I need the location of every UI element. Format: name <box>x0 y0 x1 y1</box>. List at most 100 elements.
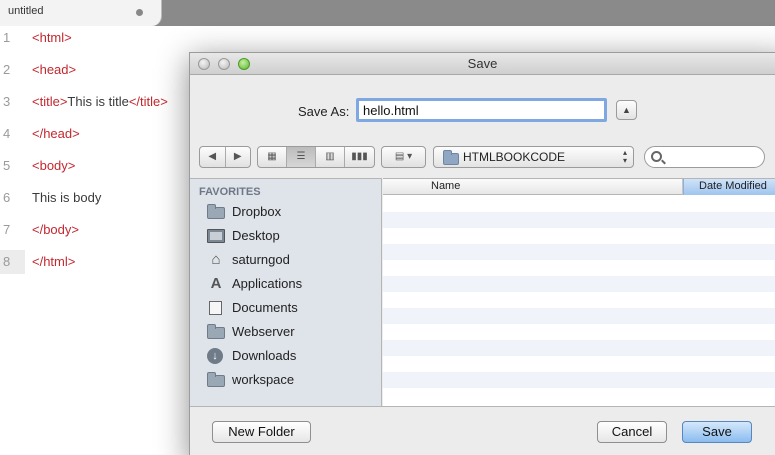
file-row <box>383 196 775 212</box>
text-token: This is body <box>32 190 102 205</box>
column-header-date-modified[interactable]: Date Modified <box>683 179 775 195</box>
save-button[interactable]: Save <box>682 421 752 443</box>
file-list[interactable]: Name Date Modified <box>383 178 775 406</box>
location-popup[interactable]: HTMLBOOKCODE ▴ ▾ <box>433 146 634 168</box>
line-number: 4 <box>3 126 11 141</box>
location-label: HTMLBOOKCODE <box>463 150 566 164</box>
html-tag-token: </title> <box>128 94 168 109</box>
code-line[interactable]: </head> <box>32 122 80 146</box>
file-row <box>383 292 775 308</box>
code-line[interactable]: <html> <box>32 26 72 50</box>
sidebar-item-webserver[interactable]: Webserver <box>190 320 381 344</box>
line-number: 7 <box>3 222 11 237</box>
code-line[interactable]: </body> <box>32 218 79 242</box>
column-view-icon[interactable]: ▥ <box>316 147 345 167</box>
save-as-label: Save As: <box>298 104 350 119</box>
desktop-icon <box>207 229 225 243</box>
html-tag-token: </body> <box>32 222 79 237</box>
sidebar-item-label: saturngod <box>232 252 290 267</box>
folder-icon <box>207 204 225 219</box>
file-row <box>383 212 775 228</box>
dialog-footer: New Folder Cancel Save <box>190 406 775 455</box>
file-row <box>383 276 775 292</box>
sidebar-heading: FAVORITES <box>199 186 261 198</box>
icon-view-icon[interactable]: ▦ <box>258 147 287 167</box>
tab-title: untitled <box>8 5 44 17</box>
editor-tab-bar: untitled <box>0 0 775 26</box>
sidebar-item-applications[interactable]: A Applications <box>190 272 381 296</box>
file-row <box>383 372 775 388</box>
cover-flow-icon[interactable]: ▮▮▮ <box>345 147 374 167</box>
sidebar-item-label: Desktop <box>232 228 280 243</box>
downloads-icon: ↓ <box>207 348 223 364</box>
history-control: ◀ ▶ <box>199 146 251 168</box>
column-header-name[interactable]: Name <box>383 179 683 195</box>
sidebar-item-saturngod[interactable]: ⌂ saturngod <box>190 248 381 272</box>
sidebar: FAVORITES Dropbox Desktop ⌂ saturngod A Appli… <box>190 178 382 406</box>
filename-input[interactable] <box>356 98 607 122</box>
documents-icon <box>209 301 222 315</box>
line-number: 6 <box>3 190 11 205</box>
dialog-titlebar: Save <box>190 53 775 75</box>
view-mode-control: ▦ ☰ ▥ ▮▮▮ <box>257 146 375 168</box>
html-tag-token: <head> <box>32 62 77 77</box>
sidebar-item-label: workspace <box>232 372 295 387</box>
html-tag-token: <html> <box>32 30 72 45</box>
editor-tab[interactable]: untitled <box>0 0 162 26</box>
file-list-header: Name Date Modified <box>383 179 775 195</box>
screen: untitled 12345678 <html> <head> <title>Thi… <box>0 0 775 455</box>
search-input[interactable] <box>644 146 765 168</box>
sidebar-item-workspace[interactable]: workspace <box>190 368 381 392</box>
line-number: 2 <box>3 62 11 77</box>
folder-icon <box>207 372 225 387</box>
text-token: This is title <box>67 94 129 109</box>
applications-icon: A <box>210 275 222 292</box>
arrange-icon: ▤ ▾ <box>394 151 413 162</box>
forward-icon[interactable]: ▶ <box>226 147 251 167</box>
sidebar-item-downloads[interactable]: ↓ Downloads <box>190 344 381 368</box>
code-line[interactable]: <body> <box>32 154 75 178</box>
file-row <box>383 228 775 244</box>
file-row <box>383 260 775 276</box>
html-tag-token: <title> <box>32 94 68 109</box>
sidebar-item-label: Dropbox <box>232 204 282 219</box>
expand-dialog-button[interactable]: ▲ <box>616 100 637 120</box>
code-line[interactable]: </html> <box>32 250 75 274</box>
file-row <box>383 244 775 260</box>
line-number: 3 <box>3 94 11 109</box>
html-tag-token: <body> <box>32 158 76 173</box>
file-row <box>383 388 775 404</box>
code-line[interactable]: <head> <box>32 58 76 82</box>
sidebar-item-dropbox[interactable]: Dropbox <box>190 200 381 224</box>
html-tag-token: </html> <box>32 254 76 269</box>
unsaved-dot-icon[interactable] <box>136 9 143 16</box>
html-tag-token: </head> <box>32 126 80 141</box>
file-row <box>383 324 775 340</box>
sidebar-item-desktop[interactable]: Desktop <box>190 224 381 248</box>
sidebar-item-documents[interactable]: Documents <box>190 296 381 320</box>
file-row <box>383 356 775 372</box>
line-number: 8 <box>0 250 25 274</box>
folder-icon <box>207 324 225 339</box>
sidebar-item-label: Downloads <box>232 348 297 363</box>
save-dialog: Save Save As: ▲ ◀ ▶ ▦ ☰ ▥ ▮▮▮ ▤ ▾ HTMLBO… <box>189 52 775 455</box>
folder-icon <box>443 150 459 165</box>
code-line[interactable]: This is body <box>32 186 101 210</box>
search-icon <box>651 151 662 162</box>
file-row <box>383 340 775 356</box>
home-icon: ⌂ <box>211 251 221 268</box>
back-icon[interactable]: ◀ <box>200 147 226 167</box>
list-view-icon[interactable]: ☰ <box>287 147 316 167</box>
line-number-gutter: 1 2 3 4 5 6 7 8 <box>0 26 25 455</box>
code-line[interactable]: <title>This is title</title> <box>32 90 168 114</box>
line-number: 5 <box>3 158 11 173</box>
dialog-title: Save <box>467 56 498 71</box>
new-folder-button[interactable]: New Folder <box>212 421 311 443</box>
updown-arrows-icon: ▴ ▾ <box>622 148 627 165</box>
file-row <box>383 308 775 324</box>
cancel-button[interactable]: Cancel <box>597 421 667 443</box>
sidebar-item-label: Applications <box>232 276 303 291</box>
sidebar-item-label: Webserver <box>232 324 295 339</box>
sidebar-item-label: Documents <box>232 300 298 315</box>
arrange-menu[interactable]: ▤ ▾ <box>381 146 426 168</box>
